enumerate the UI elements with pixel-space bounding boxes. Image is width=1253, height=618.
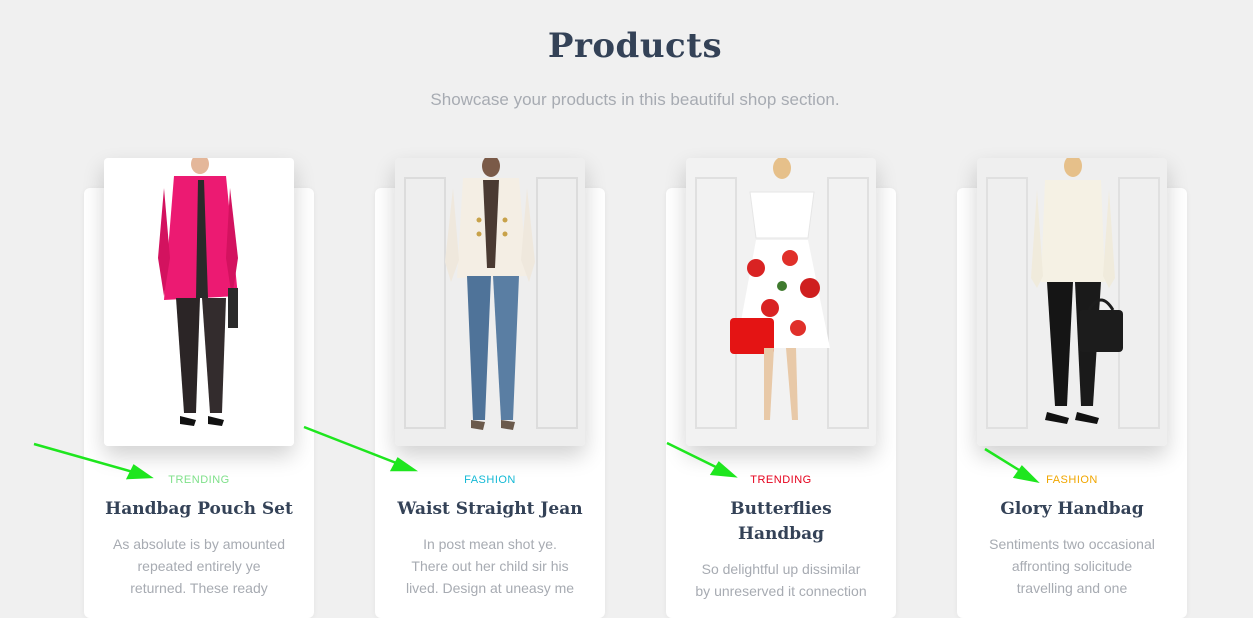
product-title[interactable]: Handbag Pouch Set	[104, 497, 294, 522]
product-title[interactable]: Waist Straight Jean	[395, 497, 585, 522]
page-subtitle: Showcase your products in this beautiful…	[430, 90, 840, 109]
product-image[interactable]	[104, 158, 294, 446]
product-card[interactable]: TRENDING Butterflies Handbag So delightf…	[666, 158, 896, 618]
product-description: As absolute is by amounted repeated enti…	[113, 536, 285, 596]
product-title[interactable]: Butterflies Handbag	[686, 497, 876, 547]
product-tag: FASHION	[1046, 474, 1098, 486]
product-image[interactable]	[395, 158, 585, 446]
product-card[interactable]: TRENDING Handbag Pouch Set As absolute i…	[84, 158, 314, 618]
product-tag: TRENDING	[168, 474, 230, 486]
product-card[interactable]: FASHION Glory Handbag Sentiments two occ…	[957, 158, 1187, 618]
product-tag: TRENDING	[750, 474, 812, 486]
product-card[interactable]: FASHION Waist Straight Jean In post mean…	[375, 158, 605, 618]
product-description: In post mean shot ye. There out her chil…	[405, 536, 575, 596]
page-title: Products	[547, 26, 723, 66]
product-image[interactable]	[977, 158, 1167, 446]
product-tag: FASHION	[464, 474, 516, 486]
product-title[interactable]: Glory Handbag	[977, 497, 1167, 522]
product-description: Sentiments two occasional affronting sol…	[989, 536, 1155, 596]
product-image[interactable]	[686, 158, 876, 446]
product-description: So delightful up dissimilar by unreserve…	[695, 561, 867, 599]
